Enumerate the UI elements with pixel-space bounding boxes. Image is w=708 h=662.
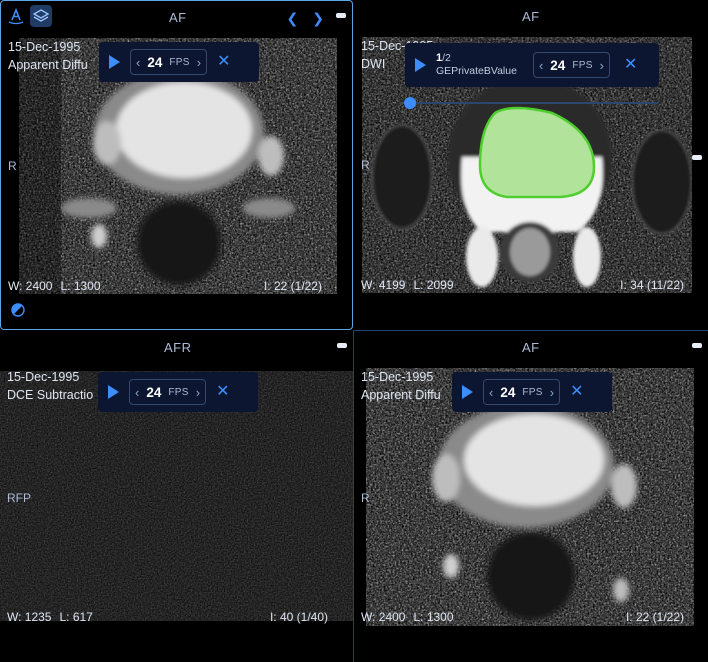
- window-width: W: 2400: [8, 279, 53, 293]
- fps-decrease-icon[interactable]: ‹: [489, 385, 493, 400]
- play-icon[interactable]: [462, 385, 473, 399]
- window-level: W: 2400 L: 1300: [361, 610, 454, 624]
- orientation-top-label: AFR: [164, 340, 192, 355]
- fps-increase-icon[interactable]: ›: [550, 385, 554, 400]
- window-center: L: 617: [59, 610, 93, 624]
- scrollbar-thumb[interactable]: [692, 343, 702, 348]
- image-index: I: 22 (1/22): [263, 279, 322, 293]
- fps-control: ‹ 24 FPS ›: [129, 379, 207, 405]
- orientation-left-label: R: [8, 159, 17, 173]
- fps-increase-icon[interactable]: ›: [600, 58, 604, 73]
- study-date: 15-Dec-1995: [8, 40, 81, 54]
- fps-increase-icon[interactable]: ›: [196, 385, 200, 400]
- viewport-4[interactable]: AF 15-Dec-1995 Apparent Diffu R ‹ 24 FPS…: [354, 331, 708, 662]
- viewport-3[interactable]: AFR 15-Dec-1995 DCE Subtractio RFP ‹ 24 …: [0, 331, 353, 662]
- bvalue-slider-knob[interactable]: [404, 97, 416, 109]
- series-nav: ❮ ❯: [287, 10, 324, 27]
- fps-control: ‹ 24 FPS ›: [130, 49, 208, 75]
- patient-overlay: 15-Dec-1995 Apparent Diffu: [8, 38, 88, 74]
- fps-decrease-icon[interactable]: ‹: [136, 55, 140, 70]
- fps-value: 24: [550, 57, 566, 73]
- cine-player: ‹ 24 FPS › ✕: [99, 42, 259, 82]
- cine-player: 1/2 GEPrivateBValue ‹ 24 FPS › ✕: [405, 43, 659, 87]
- viewport-1[interactable]: AF ❮ ❯ 15-Dec-1995 Apparent Diffu R ‹ 24…: [0, 0, 353, 330]
- viewport-grid: AF ❮ ❯ 15-Dec-1995 Apparent Diffu R ‹ 24…: [0, 0, 708, 662]
- orientation-left-label: R: [361, 491, 370, 505]
- window-width: W: 2400: [361, 610, 406, 624]
- window-level: W: 4199 L: 2099: [361, 278, 454, 292]
- study-date: 15-Dec-1995: [361, 370, 434, 384]
- scrollbar-thumb[interactable]: [692, 155, 702, 160]
- play-icon[interactable]: [415, 58, 426, 72]
- bvalue-slider[interactable]: [404, 97, 658, 109]
- fps-control: ‹ 24 FPS ›: [483, 379, 561, 405]
- window-level: W: 1235 L: 617: [7, 610, 93, 624]
- viewport-2[interactable]: AF 15-Dec-1995 DWI R 1/2 GEPrivateBValue…: [354, 0, 708, 330]
- patient-overlay: 15-Dec-1995 Apparent Diffu: [361, 368, 441, 404]
- fps-unit: FPS: [522, 386, 543, 398]
- series-description: Apparent Diffu: [8, 58, 88, 72]
- fps-unit: FPS: [572, 59, 593, 71]
- close-cine-icon[interactable]: ✕: [216, 384, 229, 400]
- window-level-icon[interactable]: [11, 303, 25, 319]
- tool-icons: [5, 5, 52, 27]
- window-level: W: 2400 L: 1300: [8, 279, 101, 293]
- fps-increase-icon[interactable]: ›: [197, 55, 201, 70]
- cine-player: ‹ 24 FPS › ✕: [452, 372, 612, 412]
- image-index: I: 40 (1/40): [269, 610, 328, 624]
- next-series-icon[interactable]: ❯: [312, 10, 324, 27]
- window-width: W: 1235: [7, 610, 52, 624]
- window-center: L: 1300: [413, 610, 454, 624]
- image-index: I: 34 (11/22): [620, 278, 684, 292]
- fps-unit: FPS: [168, 386, 189, 398]
- patient-overlay: 15-Dec-1995 DCE Subtractio: [7, 368, 93, 404]
- play-icon[interactable]: [108, 385, 119, 399]
- fps-value: 24: [147, 54, 163, 70]
- fps-control: ‹ 24 FPS ›: [532, 52, 611, 78]
- fps-unit: FPS: [169, 56, 190, 68]
- close-cine-icon[interactable]: ✕: [570, 384, 583, 400]
- bvalue-stack-info: 1/2 GEPrivateBValue: [436, 52, 517, 78]
- fps-decrease-icon[interactable]: ‹: [539, 58, 543, 73]
- orientation-marker-icon[interactable]: [5, 5, 27, 27]
- window-center: L: 2099: [413, 278, 454, 292]
- window-center: L: 1300: [60, 279, 101, 293]
- series-description: DCE Subtractio: [7, 388, 94, 402]
- orientation-top-label: AF: [522, 340, 540, 355]
- orientation-left-label: R: [361, 158, 370, 172]
- fps-decrease-icon[interactable]: ‹: [135, 385, 139, 400]
- series-description: Apparent Diffu: [361, 388, 441, 402]
- play-icon[interactable]: [109, 55, 120, 69]
- orientation-left-label: RFP: [7, 491, 31, 505]
- fps-value: 24: [146, 384, 162, 400]
- orientation-top-label: AF: [522, 9, 540, 24]
- orientation-top-label: AF: [169, 10, 187, 25]
- bvalue-total: /2: [442, 52, 451, 64]
- bvalue-label: GEPrivateBValue: [436, 65, 517, 77]
- previous-series-icon[interactable]: ❮: [287, 10, 299, 27]
- study-date: 15-Dec-1995: [7, 370, 80, 384]
- cine-player: ‹ 24 FPS › ✕: [98, 372, 258, 412]
- scrollbar-thumb[interactable]: [336, 13, 346, 18]
- layers-icon[interactable]: [30, 5, 52, 27]
- scrollbar-thumb[interactable]: [337, 343, 347, 348]
- fps-value: 24: [500, 384, 516, 400]
- close-cine-icon[interactable]: ✕: [624, 57, 637, 73]
- window-width: W: 4199: [361, 278, 406, 292]
- close-cine-icon[interactable]: ✕: [217, 54, 230, 70]
- image-index: I: 22 (1/22): [625, 610, 684, 624]
